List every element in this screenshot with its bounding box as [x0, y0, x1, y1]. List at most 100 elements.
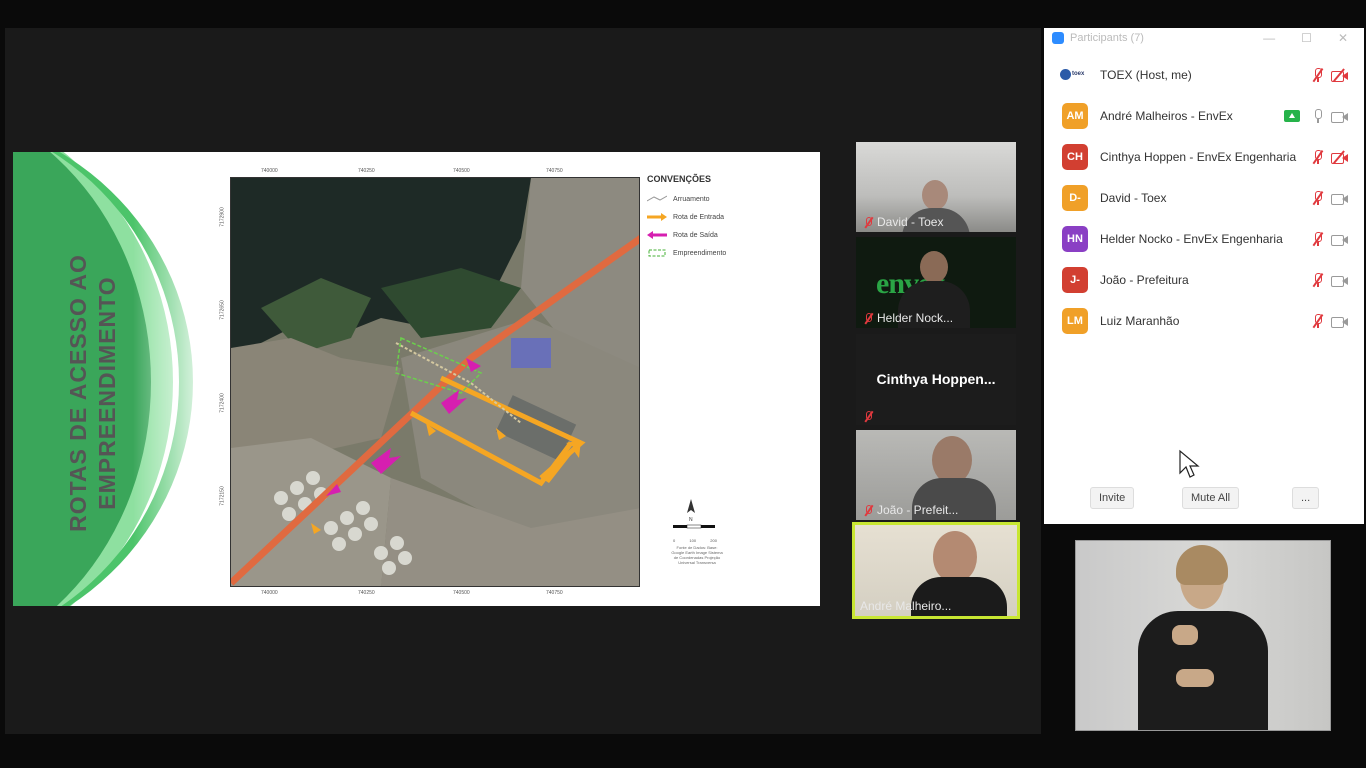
legend-label: Empreendimento: [673, 249, 727, 257]
legend-item: Empreendimento: [647, 244, 807, 262]
legend-entry-route-symbol: [647, 213, 667, 221]
video-tile[interactable]: envex Helder Nock...: [856, 237, 1016, 328]
svg-text:N: N: [689, 517, 693, 523]
screen-share-icon: [1284, 110, 1300, 122]
tile-name: [864, 411, 873, 422]
slide-title-line2: EMPREENDIMENTO: [94, 276, 120, 510]
camera-icon[interactable]: [1331, 110, 1349, 123]
invite-button[interactable]: Invite: [1090, 487, 1135, 509]
participant-name: Helder Nocko - EnvEx Engenharia: [1100, 232, 1283, 246]
mic-muted-icon[interactable]: [1312, 314, 1323, 328]
tile-name-text: Helder Nock...: [877, 311, 954, 325]
mic-muted-icon: [864, 411, 873, 422]
avatar: AM: [1062, 103, 1088, 129]
participant-name: David - Toex: [1100, 191, 1167, 205]
tile-name-text: João - Prefeit...: [877, 503, 959, 517]
avatar: D-: [1062, 185, 1088, 211]
participant-row[interactable]: LM Luiz Maranhão: [1044, 303, 1364, 339]
legend-label: Rota de Saída: [673, 231, 718, 239]
window-controls: — ☐ ✕: [1263, 31, 1348, 45]
video-tile[interactable]: João - Prefeit...: [856, 430, 1016, 520]
mic-muted-icon: [864, 216, 873, 228]
close-icon[interactable]: ✕: [1338, 31, 1348, 45]
camera-icon[interactable]: [1331, 315, 1349, 328]
map-scale-bar: N 0 100 200: [673, 497, 723, 543]
map-legend: CONVENÇÕES Arruamento Rota de Entrada Ro…: [646, 174, 807, 262]
panel-title: Participants (7): [1070, 32, 1144, 44]
mic-muted-icon[interactable]: [1312, 68, 1323, 82]
mic-muted-icon[interactable]: [1312, 191, 1323, 205]
legend-item: Rota de Saída: [647, 226, 807, 244]
map-tick-bottom: 740750: [546, 590, 563, 596]
camera-icon[interactable]: [1331, 233, 1349, 246]
map-tick-bottom: 740500: [453, 590, 470, 596]
mute-all-button[interactable]: Mute All: [1182, 487, 1240, 509]
zoom-logo-icon: [1052, 32, 1064, 44]
mic-muted-icon[interactable]: [1312, 150, 1323, 164]
participant-row[interactable]: CH Cinthya Hoppen - EnvEx Engenharia: [1044, 139, 1364, 175]
tile-name: João - Prefeit...: [864, 503, 958, 517]
participant-name: TOEX (Host, me): [1100, 68, 1192, 82]
scale-labels: 0 100 200: [673, 538, 717, 543]
participant-row[interactable]: toex TOEX (Host, me): [1044, 57, 1364, 93]
mic-muted-icon[interactable]: [1312, 273, 1323, 287]
legend-street-symbol: [646, 195, 668, 203]
participant-row[interactable]: AM André Malheiros - EnvEx: [1044, 98, 1364, 134]
legend-label: Arruamento: [673, 195, 710, 203]
north-arrow-icon: N: [673, 499, 715, 529]
tile-name: David - Toex: [864, 215, 943, 229]
map-tick-top: 740750: [546, 168, 563, 174]
video-tile-active-speaker[interactable]: André Malheiro...: [852, 522, 1020, 619]
legend-label: Rota de Entrada: [673, 213, 724, 221]
avatar: J-: [1062, 267, 1088, 293]
video-tile[interactable]: Cinthya Hoppen...: [856, 334, 1016, 425]
legend-item: Rota de Entrada: [647, 208, 807, 226]
camera-off-icon[interactable]: [1331, 150, 1349, 164]
avatar: CH: [1062, 144, 1088, 170]
map-tick-bottom: 740000: [261, 590, 278, 596]
map-tick-left: 7172400: [219, 393, 226, 413]
minimize-icon[interactable]: —: [1263, 31, 1275, 45]
map-tick-top: 740500: [453, 168, 470, 174]
map-tick-left: 7172900: [219, 207, 226, 227]
toex-logo-icon: toex: [1060, 68, 1090, 82]
mic-muted-icon[interactable]: [1312, 232, 1323, 246]
participant-head: [933, 531, 977, 583]
interpreter-hand: [1172, 625, 1198, 645]
tile-name: Helder Nock...: [864, 311, 953, 325]
map-tick-top: 740000: [261, 168, 278, 174]
camera-off-icon[interactable]: [1331, 68, 1349, 82]
presentation-slide: ROTAS DE ACESSO AO EMPREENDIMENTO 740000…: [13, 152, 820, 606]
map-tick-left: 7172650: [219, 300, 226, 320]
mic-icon[interactable]: [1313, 109, 1323, 123]
slide-title: ROTAS DE ACESSO AO EMPREENDIMENTO: [64, 203, 122, 583]
participant-row[interactable]: HN Helder Nocko - EnvEx Engenharia: [1044, 221, 1364, 257]
map-tick-left: 7172150: [219, 486, 226, 506]
tile-center-name: Cinthya Hoppen...: [876, 371, 996, 387]
participant-row[interactable]: D- David - Toex: [1044, 180, 1364, 216]
tile-name: André Malheiro...: [860, 599, 951, 613]
scale-label: 100: [689, 538, 697, 543]
tile-name-text: David - Toex: [877, 215, 944, 229]
maximize-icon[interactable]: ☐: [1301, 31, 1312, 45]
mouse-cursor-icon: [1179, 449, 1200, 478]
participant-row[interactable]: J- João - Prefeitura: [1044, 262, 1364, 298]
interpreter-video: [1075, 540, 1331, 731]
satellite-map: [230, 177, 640, 587]
video-tile[interactable]: David - Toex: [856, 142, 1016, 232]
camera-icon[interactable]: [1331, 274, 1349, 287]
mic-muted-icon: [864, 504, 873, 516]
camera-icon[interactable]: [1331, 192, 1349, 205]
legend-exit-route-symbol: [647, 231, 667, 239]
participant-head: [932, 436, 972, 484]
map-tick-top: 740250: [358, 168, 375, 174]
participants-panel: Participants (7) — ☐ ✕ toex TOEX (Host, …: [1044, 28, 1364, 524]
mic-muted-icon: [864, 312, 873, 324]
legend-site-symbol: [647, 249, 667, 257]
panel-title-bar: Participants (7) — ☐ ✕: [1044, 28, 1364, 48]
participant-name: Cinthya Hoppen - EnvEx Engenharia: [1100, 150, 1297, 164]
map-tick-bottom: 740250: [358, 590, 375, 596]
more-options-button[interactable]: ...: [1292, 487, 1320, 509]
interpreter-hands: [1176, 669, 1214, 687]
map-drawing: [231, 178, 639, 586]
